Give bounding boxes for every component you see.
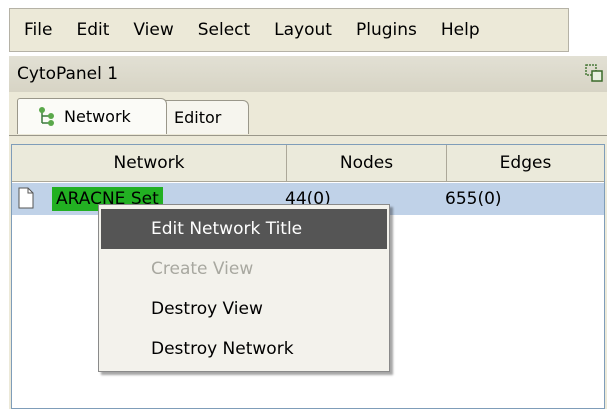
tab-strip: Network Editor: [9, 92, 607, 144]
menu-view[interactable]: View: [121, 8, 185, 52]
tab-network-label: Network: [64, 107, 131, 126]
column-header-nodes[interactable]: Nodes: [287, 145, 447, 181]
context-menu: Edit Network Title Create View Destroy V…: [98, 204, 390, 372]
menu-item-create-view: Create View: [151, 259, 254, 279]
column-header-network[interactable]: Network: [12, 145, 287, 181]
table-header: Network Nodes Edges: [12, 145, 604, 182]
menu-plugins[interactable]: Plugins: [344, 8, 429, 52]
float-window-icon[interactable]: [585, 64, 603, 82]
tab-editor-label: Editor: [174, 108, 222, 127]
edges-cell: 655(0): [445, 189, 502, 209]
menu-select[interactable]: Select: [186, 8, 262, 52]
network-tree-icon: [39, 106, 54, 126]
menu-file[interactable]: File: [10, 8, 64, 52]
menu-edit[interactable]: Edit: [64, 8, 121, 52]
menu-bar: File Edit View Select Layout Plugins Hel…: [9, 8, 569, 52]
menu-layout[interactable]: Layout: [262, 8, 344, 52]
menu-item-destroy-network[interactable]: Destroy Network: [101, 329, 387, 369]
menu-item-destroy-view[interactable]: Destroy View: [101, 289, 387, 329]
cytopanel-header: CytoPanel 1: [9, 56, 607, 92]
menu-help[interactable]: Help: [429, 8, 492, 52]
tab-divider: [9, 135, 607, 136]
tab-network[interactable]: Network: [17, 98, 167, 134]
tab-editor[interactable]: Editor: [163, 100, 249, 134]
document-icon: [18, 187, 34, 209]
panel-title: CytoPanel 1: [17, 64, 119, 84]
column-header-edges[interactable]: Edges: [447, 145, 604, 181]
menu-item-edit-network-title[interactable]: Edit Network Title: [101, 209, 387, 249]
